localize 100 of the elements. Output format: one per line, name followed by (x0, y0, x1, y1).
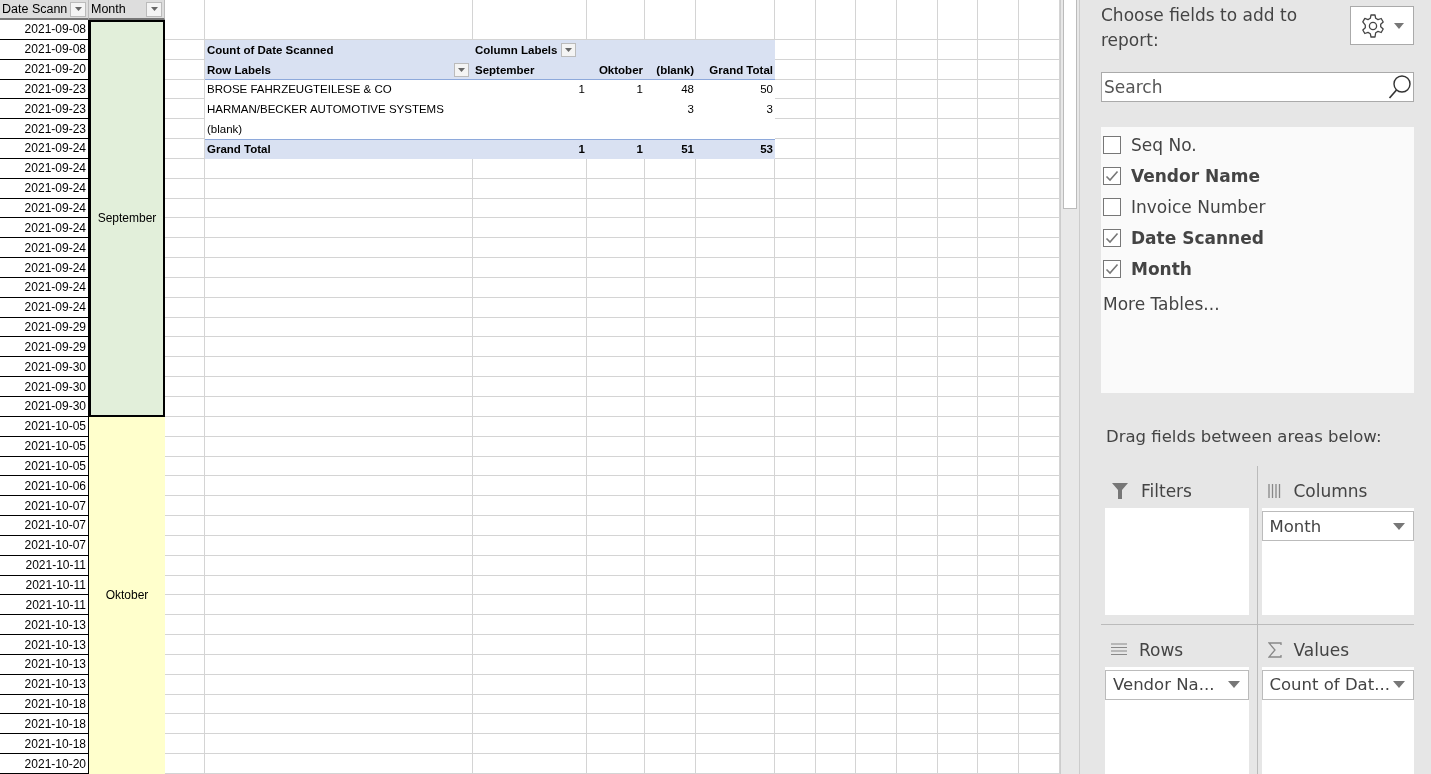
field-checkbox[interactable] (1103, 259, 1121, 278)
grand-total-value: 53 (759, 141, 774, 157)
date-cell: 2021-09-24 (0, 258, 89, 278)
pivot-value-cell-text: 48 (680, 82, 695, 98)
caret-icon (1394, 22, 1404, 29)
filter-dropdown-button[interactable] (146, 1, 162, 17)
filter-dropdown-button[interactable] (70, 1, 86, 17)
more-tables-link[interactable]: More Tables... (1103, 294, 1220, 314)
date-cell: 2021-10-05 (0, 416, 89, 437)
tools-button[interactable] (1350, 6, 1414, 45)
date-cell: 2021-09-29 (0, 317, 89, 338)
date-cell: 2021-10-13 (0, 654, 89, 675)
date-cell: 2021-09-24 (0, 198, 89, 219)
rows-icon (1111, 643, 1127, 656)
pivot-column-header: September (474, 62, 536, 78)
date-cell: 2021-09-24 (0, 297, 89, 318)
date-cell: 2021-09-20 (0, 59, 89, 80)
row-labels-header: Row Labels (207, 63, 271, 76)
pivot-value-cell-text: 1 (577, 82, 586, 98)
pivot-column-header: Grand Total (708, 62, 774, 78)
date-cell: 2021-10-07 (0, 496, 89, 517)
date-cell: 2021-10-05 (0, 456, 89, 477)
date-cell: 2021-10-06 (0, 476, 89, 497)
area-field-dropdown[interactable]: Count of Dat... (1261, 669, 1414, 700)
field-checkbox[interactable] (1103, 135, 1121, 154)
field-label[interactable]: Month (1131, 258, 1192, 279)
drop-area[interactable]: Vendor Na... (1105, 666, 1249, 774)
date-cell: 2021-09-30 (0, 397, 89, 417)
pivot-value-cell-text: 3 (686, 102, 695, 118)
date-cell: 2021-09-24 (0, 218, 89, 239)
caret-icon (1393, 522, 1405, 530)
field-label[interactable]: Seq No. (1131, 134, 1197, 155)
grand-total-label: Grand Total (206, 141, 272, 157)
pivot-value-cell-text: 50 (759, 82, 774, 98)
pivot-title: Count of Date Scanned (206, 42, 335, 58)
caret-icon (150, 7, 158, 11)
area-label: Values (1293, 639, 1350, 660)
drop-area[interactable]: Count of Dat... (1261, 666, 1414, 774)
date-cell: 2021-10-13 (0, 635, 89, 655)
date-cell: 2021-09-24 (0, 178, 89, 199)
date-cell: 2021-09-24 (0, 277, 89, 298)
date-cell: 2021-10-13 (0, 615, 89, 636)
settings-icon (1360, 12, 1386, 39)
field-checkbox[interactable] (1103, 228, 1121, 247)
drag-hint: Drag fields between areas below: (1106, 427, 1383, 446)
date-cell: 2021-09-30 (0, 357, 89, 378)
pivot-column-header: (blank) (655, 62, 695, 78)
vertical-scrollbar[interactable] (1060, 0, 1080, 774)
column-labels-header: Column Labels (475, 43, 558, 56)
date-cell: 2021-09-24 (0, 238, 89, 259)
caret-icon (74, 7, 82, 11)
area-label: Filters (1141, 481, 1192, 501)
field-label[interactable]: Date Scanned (1131, 227, 1264, 248)
pivot-value-cell-text: 1 (635, 82, 644, 98)
date-cell: 2021-09-08 (0, 39, 89, 60)
area-field-dropdown[interactable]: Vendor Na... (1105, 669, 1249, 700)
date-cell: 2021-09-30 (0, 377, 89, 397)
field-checkbox[interactable] (1103, 197, 1121, 216)
pivot-row-label: BROSE FAHRZEUGTEILESE & CO (206, 82, 393, 98)
date-cell: 2021-09-08 (0, 20, 89, 40)
pivot-row-label: HARMAN/BECKER AUTOMOTIVE SYSTEMS (206, 102, 445, 118)
date-cell: 2021-10-11 (0, 555, 89, 576)
pivot-column-header: Oktober (597, 62, 644, 78)
date-cell: 2021-10-18 (0, 694, 89, 715)
grand-total-value: 1 (577, 141, 586, 157)
pivot-value-cell-text: 3 (765, 102, 774, 118)
search-icon (1388, 74, 1412, 100)
date-cell: 2021-09-23 (0, 99, 89, 120)
search-field[interactable]: Search (1101, 72, 1414, 102)
drop-area[interactable]: Month (1261, 508, 1414, 615)
columns-icon (1267, 483, 1282, 499)
month-cell: September (89, 20, 165, 417)
filter-icon (1111, 482, 1129, 500)
field-label[interactable]: Invoice Number (1131, 196, 1266, 217)
caret-icon (565, 47, 573, 52)
month-cell: Oktober (89, 416, 165, 774)
date-cell: 2021-09-24 (0, 158, 89, 179)
date-cell: 2021-09-24 (0, 139, 89, 159)
sigma-icon (1267, 641, 1282, 658)
header-label: Date Scann (2, 2, 68, 16)
area-label: Columns (1293, 481, 1368, 501)
date-cell: 2021-10-18 (0, 714, 89, 735)
date-cell: 2021-10-11 (0, 575, 89, 596)
field-label[interactable]: Vendor Name (1131, 165, 1260, 186)
date-cell: 2021-10-05 (0, 436, 89, 457)
date-cell: 2021-09-23 (0, 79, 89, 100)
area-field-dropdown[interactable]: Month (1261, 511, 1414, 541)
scrollbar-thumb[interactable] (1063, 0, 1077, 209)
date-cell: 2021-10-07 (0, 535, 89, 556)
date-cell: 2021-09-23 (0, 119, 89, 140)
grand-total-value: 1 (635, 141, 644, 157)
caret-icon (1227, 681, 1240, 688)
date-cell: 2021-10-13 (0, 674, 89, 695)
field-list-heading: Choose fields to add to report: (1101, 4, 1299, 52)
date-cell: 2021-10-11 (0, 595, 89, 616)
caret-icon (458, 67, 465, 72)
header-label: Month (91, 2, 126, 16)
date-cell: 2021-09-29 (0, 337, 89, 358)
pivot-row-label: (blank) (206, 122, 244, 138)
field-checkbox[interactable] (1103, 166, 1121, 185)
